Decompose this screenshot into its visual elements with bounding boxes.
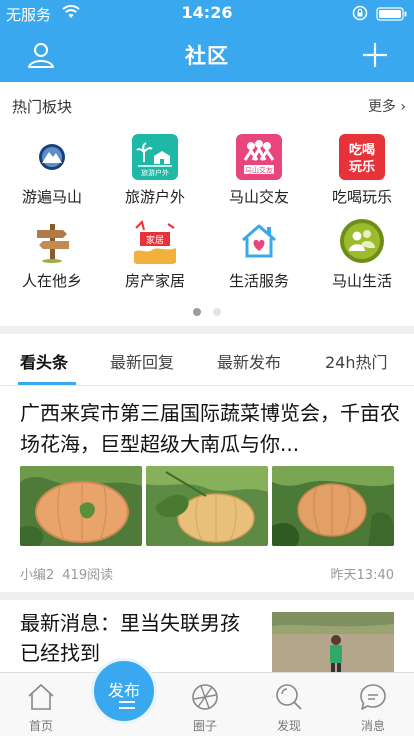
page-indicator [0,301,414,316]
tabbar-messages-label: 消息 [360,719,385,733]
tabbar-home[interactable]: 首页 [0,673,82,736]
feed-item[interactable]: 广西来宾市第三届国际蔬菜博览会，千亩农场花海，巨型超级大南瓜与你... 小编2 … [0,386,414,592]
post-time: 昨天13:40 [330,568,394,583]
tabbar-circle[interactable]: 圈子 [164,673,246,736]
mountain-emblem-icon [39,144,65,170]
travel-palm-icon: 旅游户外 [132,134,178,180]
svg-text:吃喝: 吃喝 [349,142,375,158]
article-thumbnail[interactable] [272,612,394,680]
article-meta: 小编2 419阅读 [20,564,113,583]
section-youbian-mashan[interactable]: 游遍马山 [0,128,104,212]
hot-sections-header: 热门板块 更多 › [0,82,414,128]
more-link[interactable]: 更多 › [368,96,406,116]
tabbar-discover-label: 发现 [276,719,301,733]
tab-latest-replies[interactable]: 最新回复 [110,349,174,373]
section-label: 马山生活 [331,272,392,290]
section-label: 游遍马山 [21,188,82,206]
section-food-fun[interactable]: 吃喝 玩乐 吃喝玩乐 [310,128,414,212]
friends-icon: 马山交友 [236,134,282,180]
section-label: 房产家居 [124,272,185,290]
author-name[interactable]: 小编2 [20,568,54,583]
add-icon[interactable] [360,40,390,70]
bottom-tab-bar: 首页 圈子 发现 消息 [0,672,414,736]
feed-tabs: 看头条 最新回复 最新发布 24h热门 [0,334,414,386]
status-bar: 无服务 14:26 [0,0,414,28]
active-tab-indicator [18,382,76,385]
pumpkin-photo-3[interactable] [272,466,394,546]
section-label: 旅游户外 [124,188,185,206]
publish-button[interactable]: 发布 [91,658,157,724]
hot-sections-title: 热门板块 [12,98,73,116]
tab-latest-posts[interactable]: 最新发布 [217,349,281,373]
article-title[interactable]: 最新消息：里当失联男孩已经找到 [20,608,252,668]
menu-lines-icon [119,701,135,709]
tab-24h-hot[interactable]: 24h热门 [325,349,388,373]
chat-bubble-icon [360,684,386,710]
home-banner-icon: 家居 [132,218,178,264]
svg-text:旅游户外: 旅游户外 [141,168,169,177]
feed-item[interactable]: 最新消息：里当失联男孩已经找到 [0,600,414,680]
tab-headlines[interactable]: 看头条 [20,349,68,373]
pumpkin-photo-2[interactable] [146,466,268,546]
people-icon [340,219,384,263]
section-mashan-friends[interactable]: 马山交友 马山交友 [207,128,311,212]
page-dot [213,308,221,316]
section-divider [0,326,414,334]
food-fun-icon: 吃喝 玩乐 [339,134,385,180]
page-title: 社区 [185,44,229,68]
svg-text:家居: 家居 [146,234,164,246]
read-count: 419阅读 [62,568,114,583]
section-label: 吃喝玩乐 [331,188,392,206]
article-title[interactable]: 广西来宾市第三届国际蔬菜博览会，千亩农场花海，巨型超级大南瓜与你... [20,398,400,460]
tabbar-discover[interactable]: 发现 [248,673,330,736]
house-heart-icon [236,218,282,264]
section-mashan-life[interactable]: 马山生活 [310,212,414,296]
section-real-estate[interactable]: 家居 房产家居 [103,212,207,296]
tabbar-circle-label: 圈子 [192,719,217,733]
section-label: 生活服务 [228,272,289,290]
tabbar-home-label: 首页 [28,719,53,733]
svg-text:玩乐: 玩乐 [349,159,375,175]
signpost-icon [37,224,69,263]
rotation-lock-icon [352,5,368,21]
battery-icon [376,7,407,21]
tabbar-messages[interactable]: 消息 [332,673,414,736]
publish-label: 发布 [107,681,140,700]
section-label: 马山交友 [228,188,289,206]
section-away-from-home[interactable]: 人在他乡 [0,212,104,296]
search-icon [276,684,302,710]
svg-text:马山交友: 马山交友 [245,166,273,175]
section-divider [0,592,414,600]
aperture-icon [192,684,218,710]
home-icon [28,684,54,710]
pumpkin-photo-1[interactable] [20,466,142,546]
section-label: 人在他乡 [21,272,82,290]
section-travel-outdoor[interactable]: 旅游户外 旅游户外 [103,128,207,212]
nav-bar: 社区 [0,28,414,82]
section-life-services[interactable]: 生活服务 [207,212,311,296]
page-dot-active [193,308,201,316]
